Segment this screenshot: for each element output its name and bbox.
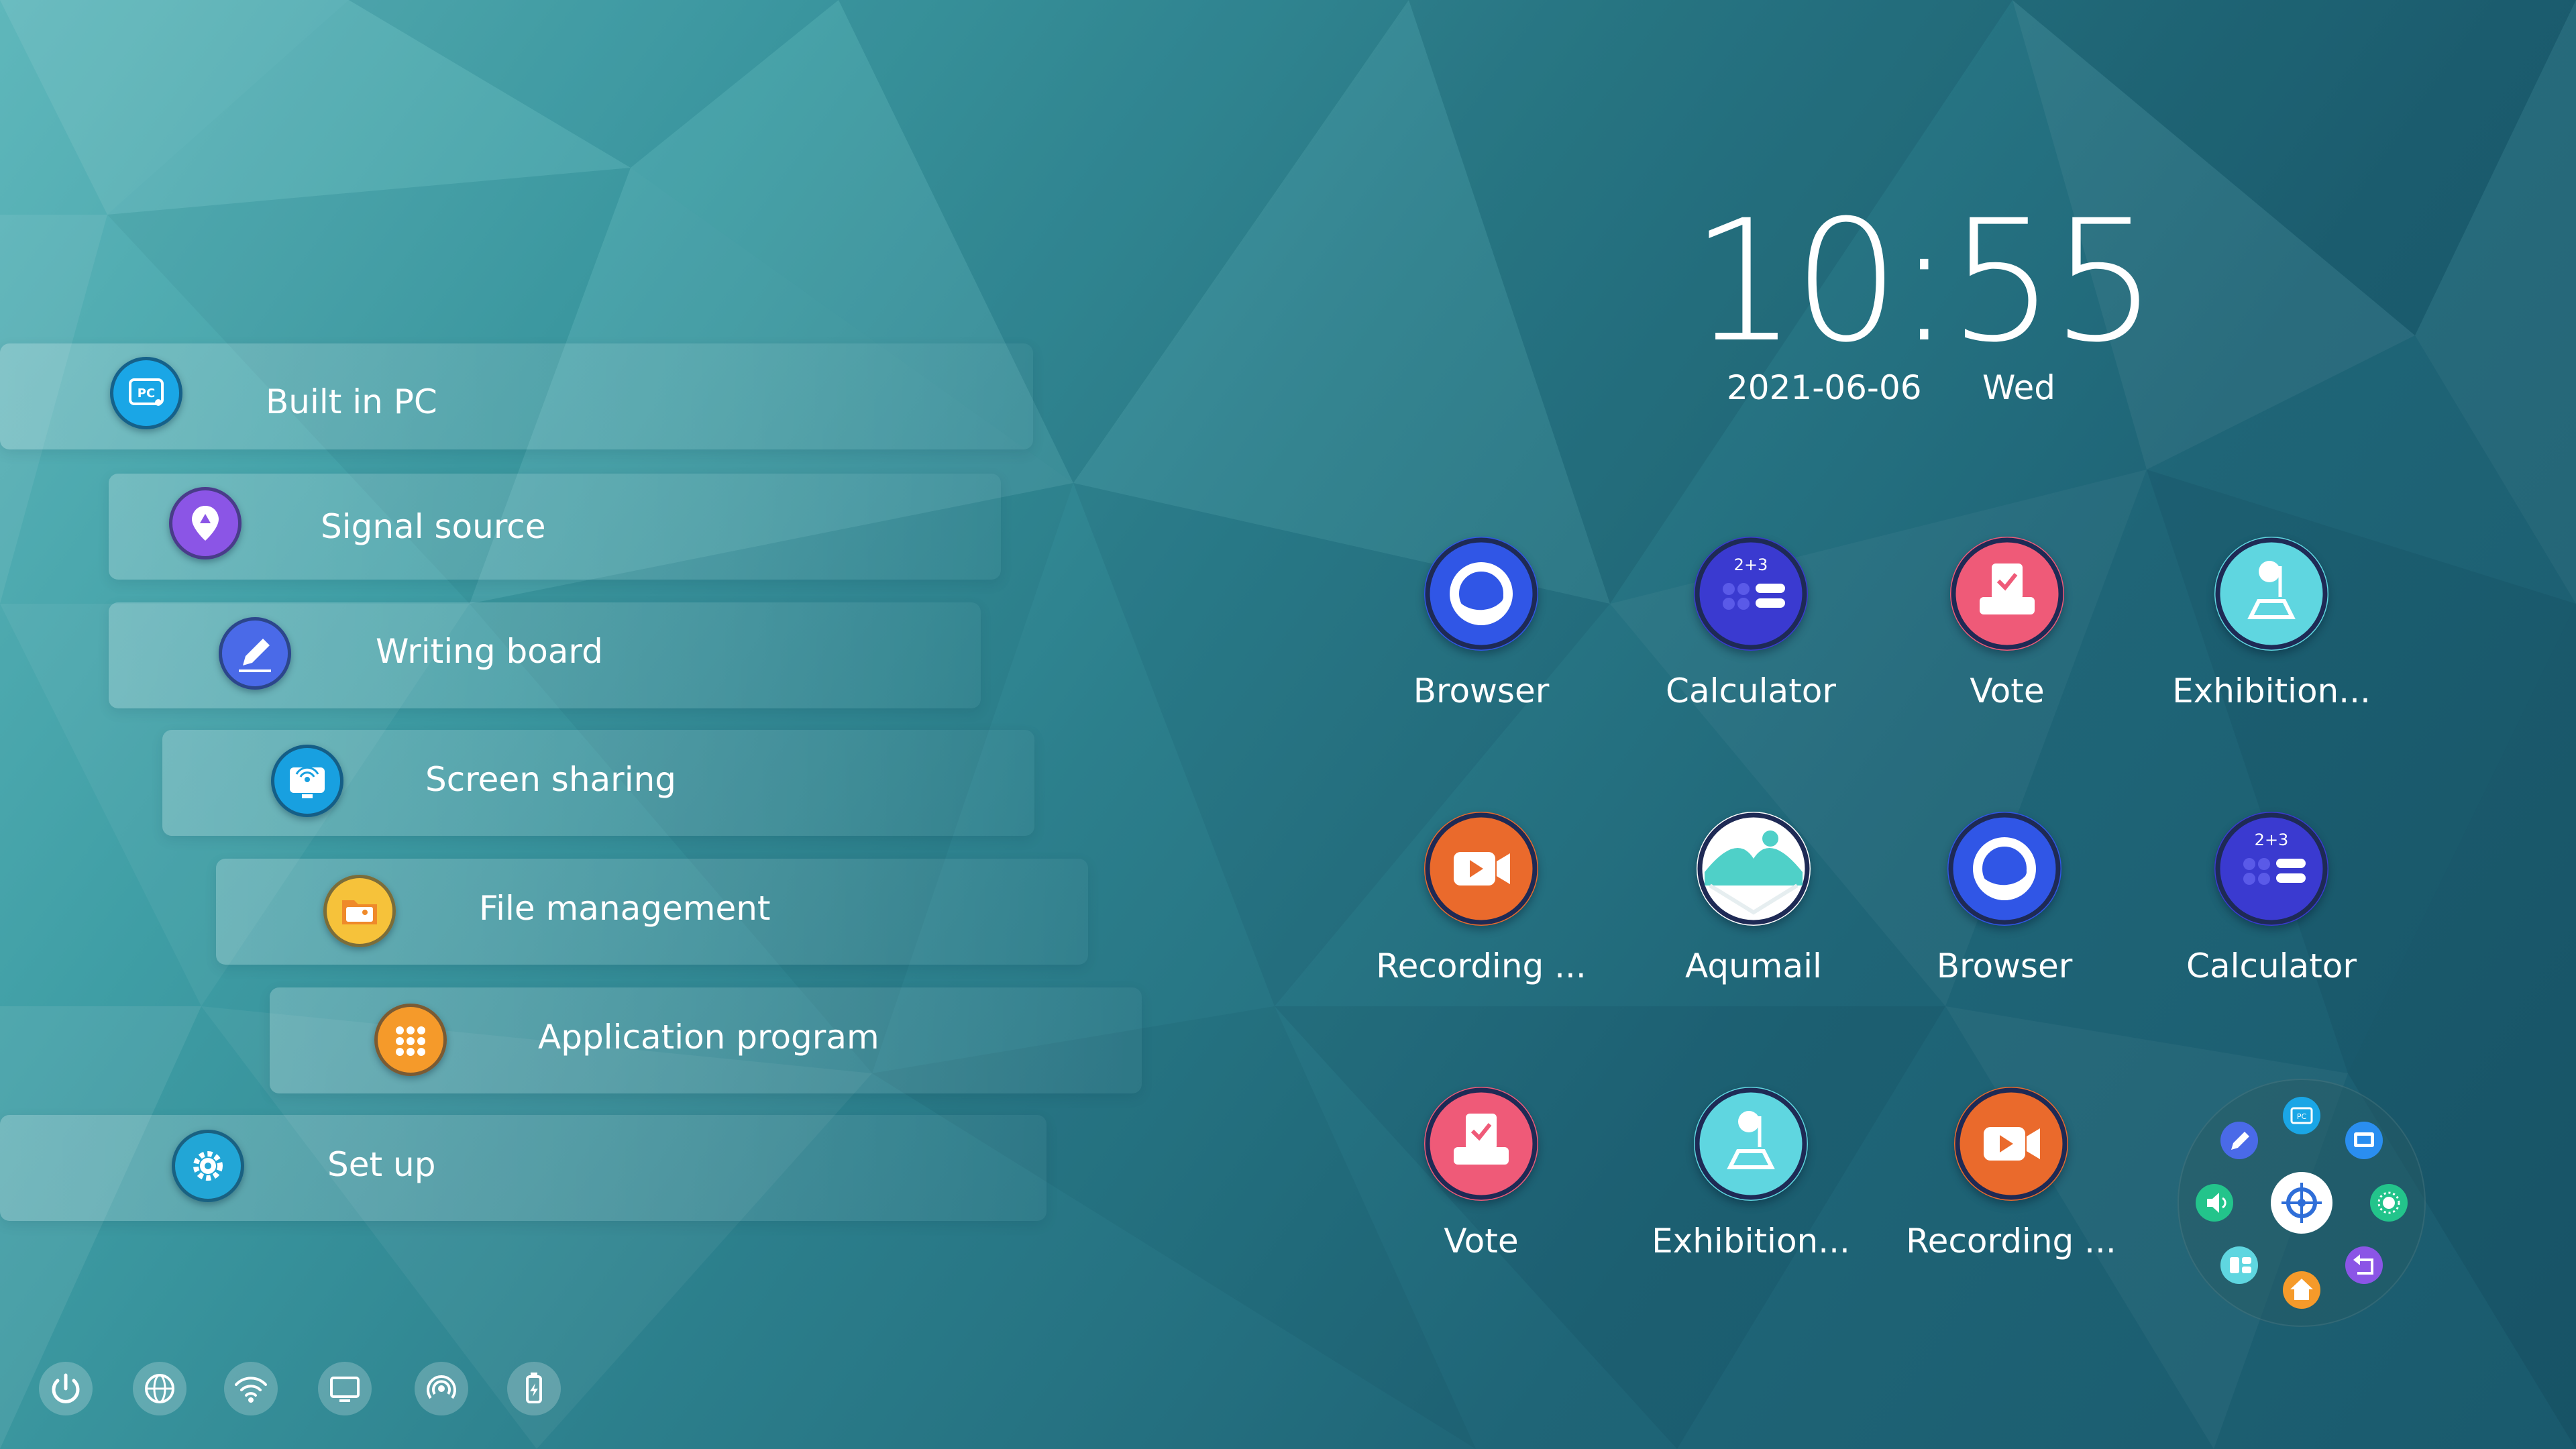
vote-icon	[1424, 1087, 1538, 1201]
calculator-badge: 2+3	[1734, 555, 1768, 574]
power-icon[interactable]	[39, 1362, 93, 1415]
menu-item-set-up[interactable]: Set up	[0, 1115, 1046, 1221]
screen-share-icon	[271, 745, 343, 817]
pen-icon[interactable]	[2220, 1122, 2258, 1159]
menu-label: File management	[479, 889, 771, 928]
app-label: Aqumail	[1685, 947, 1822, 985]
app-calculator[interactable]: 2+3 Calculator	[2171, 812, 2372, 1033]
menu-item-file-management[interactable]: File management	[216, 859, 1088, 965]
app-label: Vote	[1444, 1222, 1519, 1260]
app-label: Browser	[1413, 672, 1550, 710]
menu-item-built-in-pc[interactable]: PC Built in PC	[0, 343, 1033, 449]
svg-text:PC: PC	[138, 386, 155, 400]
menu-label: Screen sharing	[425, 760, 677, 799]
app-label: Recording ...	[1376, 947, 1587, 985]
menu-item-application-program[interactable]: Application program	[270, 987, 1142, 1093]
exhibition-icon	[1694, 1087, 1808, 1201]
pen-icon	[219, 617, 291, 690]
menu-item-writing-board[interactable]: Writing board	[109, 602, 981, 708]
calculator-icon: 2+3	[2214, 812, 2328, 926]
app-browser[interactable]: Browser	[1904, 812, 2105, 1033]
wifi-icon[interactable]	[224, 1362, 278, 1415]
signal-source-icon	[169, 487, 241, 559]
pc-icon: PC	[110, 357, 182, 429]
home-icon[interactable]	[2283, 1271, 2320, 1309]
volume-icon[interactable]	[2196, 1184, 2233, 1222]
whiteboard-icon[interactable]	[2345, 1122, 2383, 1159]
apps-grid-icon	[374, 1004, 447, 1076]
app-label: Browser	[1936, 947, 2073, 985]
clock-day: Wed	[1982, 368, 2056, 407]
radial-quick-menu[interactable]: PC	[2178, 1079, 2426, 1327]
display-icon[interactable]	[318, 1362, 372, 1415]
menu-item-signal-source[interactable]: Signal source	[109, 474, 1001, 580]
menu-label: Application program	[538, 1018, 879, 1057]
vote-icon	[1950, 537, 2064, 651]
clock-date: 2021-06-06	[1727, 368, 1922, 407]
menu-label: Writing board	[376, 632, 603, 671]
menu-label: Built in PC	[266, 382, 437, 421]
app-calculator[interactable]: 2+3 Calculator	[1650, 537, 1851, 758]
app-label: Calculator	[2186, 947, 2357, 985]
app-browser[interactable]: Browser	[1381, 537, 1582, 758]
settings-wheel-icon[interactable]	[2271, 1172, 2332, 1234]
browser-icon	[1424, 537, 1538, 651]
pc-badge: PC	[2297, 1112, 2307, 1121]
app-exhibition[interactable]: Exhibition...	[2171, 537, 2372, 758]
brightness-icon[interactable]	[2370, 1184, 2408, 1222]
calculator-badge: 2+3	[2255, 830, 2289, 849]
app-recording[interactable]: Recording ...	[1906, 1087, 2116, 1308]
usb-icon[interactable]	[507, 1362, 561, 1415]
pc-icon[interactable]: PC	[2283, 1097, 2320, 1134]
mail-icon	[1697, 812, 1811, 926]
folder-icon	[323, 875, 396, 947]
gear-icon	[172, 1130, 244, 1202]
menu-label: Set up	[327, 1145, 436, 1184]
exhibition-icon	[2214, 537, 2328, 651]
app-label: Vote	[1970, 672, 2045, 710]
menu-item-screen-sharing[interactable]: Screen sharing	[162, 730, 1034, 836]
app-exhibition[interactable]: Exhibition...	[1650, 1087, 1851, 1308]
app-label: Exhibition...	[2172, 672, 2371, 710]
browser-icon	[1947, 812, 2061, 926]
back-icon[interactable]	[2345, 1246, 2383, 1284]
app-vote[interactable]: Vote	[1907, 537, 2108, 758]
menu-label: Signal source	[321, 507, 546, 546]
split-screen-icon[interactable]	[2220, 1246, 2258, 1284]
recording-icon	[1424, 812, 1538, 926]
clock-time: 10:55	[1690, 184, 2157, 379]
app-label: Recording ...	[1906, 1222, 2116, 1260]
app-label: Calculator	[1666, 672, 1836, 710]
app-recording[interactable]: Recording ...	[1376, 812, 1587, 1033]
app-vote[interactable]: Vote	[1381, 1087, 1582, 1308]
home-screen: PC Built in PC Signal source Writing boa…	[0, 0, 2576, 1449]
network-icon[interactable]	[133, 1362, 186, 1415]
calculator-icon: 2+3	[1694, 537, 1808, 651]
app-label: Exhibition...	[1652, 1222, 1850, 1260]
app-aqumail[interactable]: Aqumail	[1653, 812, 1854, 1033]
recording-icon	[1954, 1087, 2068, 1201]
hotspot-icon[interactable]	[415, 1362, 468, 1415]
